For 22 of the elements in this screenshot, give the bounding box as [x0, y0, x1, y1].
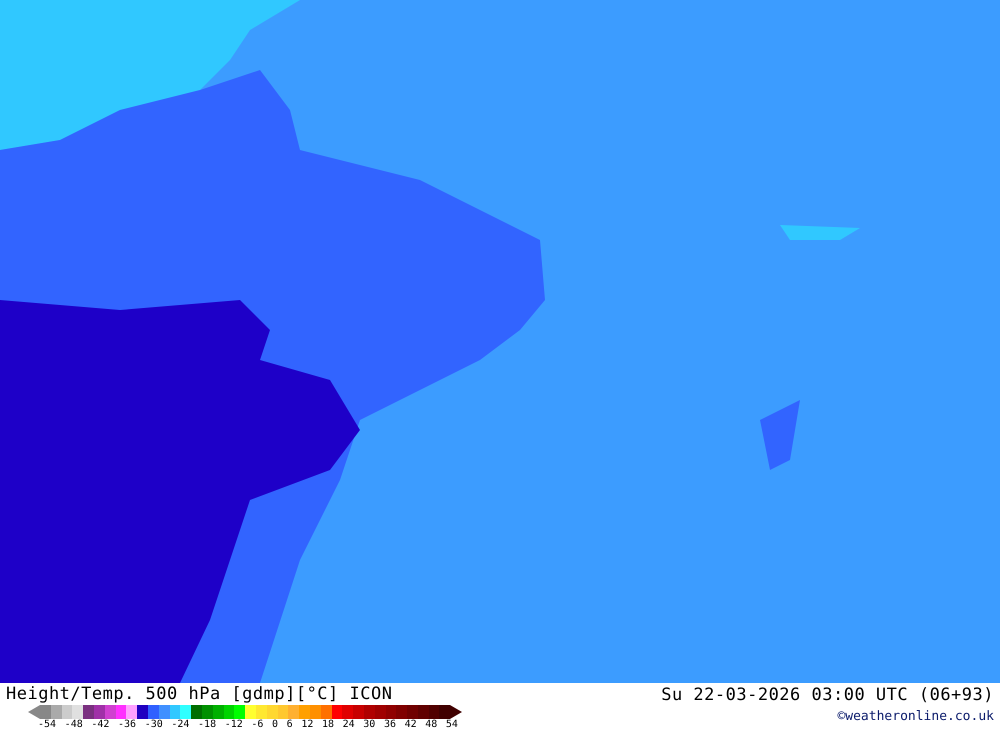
- scale-label: 48: [425, 719, 438, 731]
- scale-label: 36: [384, 719, 396, 731]
- scale-label: 18: [322, 719, 334, 731]
- scale-label: 12: [301, 719, 314, 731]
- scale-label: 42: [404, 719, 417, 731]
- scale-label: -24: [171, 719, 190, 731]
- scale-label: -18: [198, 719, 216, 731]
- credit-text: ©weatheronline.co.uk: [837, 709, 994, 724]
- scale-label: 6: [286, 719, 293, 731]
- scale-label: 30: [363, 719, 376, 731]
- scale-label: -30: [144, 719, 163, 731]
- scale-label: -36: [118, 719, 136, 731]
- scale-label: -42: [91, 719, 110, 731]
- scale-label: 0: [272, 719, 278, 731]
- scale-label: -54: [38, 719, 56, 731]
- scale-label: 54: [446, 719, 458, 731]
- scale-label: -6: [251, 719, 264, 731]
- map-title: Height/Temp. 500 hPa [gdmp][°C] ICON: [6, 683, 394, 705]
- forecast-time: Su 22-03-2026 03:00 UTC (06+93): [661, 684, 994, 707]
- scale-label: 24: [342, 719, 355, 731]
- scale-label: -48: [64, 719, 83, 731]
- scale-label: -12: [224, 719, 243, 731]
